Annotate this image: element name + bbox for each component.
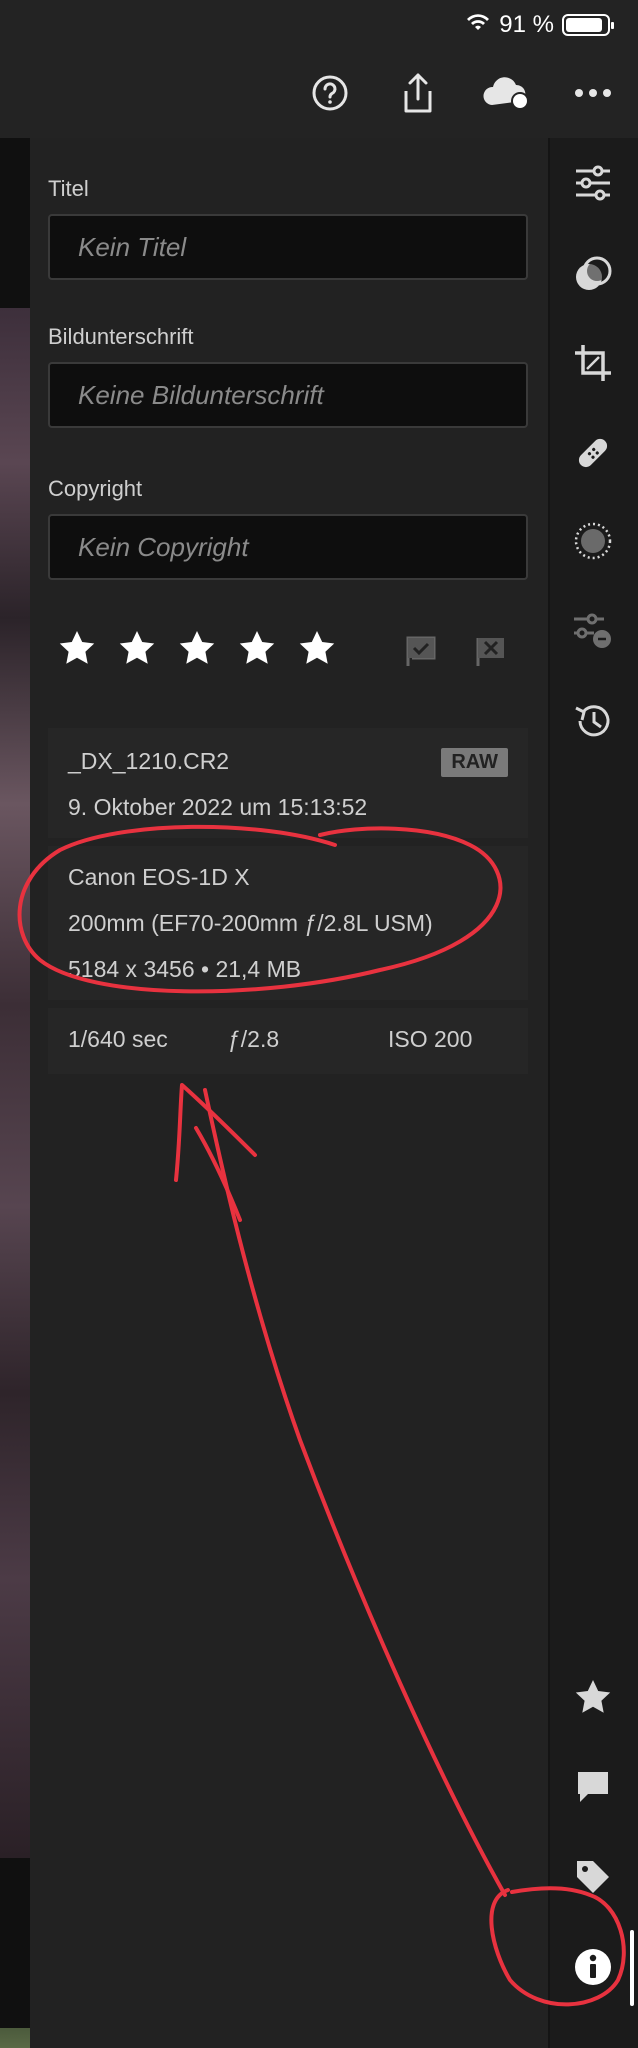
rating-star-3[interactable] xyxy=(176,628,218,668)
healing-icon[interactable] xyxy=(570,430,616,476)
status-bar: 91 % xyxy=(465,10,614,40)
wifi-icon xyxy=(465,11,491,39)
file-info-card: _DX_1210.CR2 RAW 9. Oktober 2022 um 15:1… xyxy=(48,728,528,838)
info-icon[interactable] xyxy=(570,1944,616,1990)
title-input[interactable] xyxy=(48,214,528,280)
rating-star-1[interactable] xyxy=(56,628,98,668)
help-icon[interactable] xyxy=(307,70,353,116)
title-label: Titel xyxy=(48,176,89,201)
capture-date: 9. Oktober 2022 um 15:13:52 xyxy=(68,794,368,820)
iso: ISO 200 xyxy=(388,1026,473,1052)
copyright-input[interactable] xyxy=(48,514,528,580)
shutter-speed: 1/640 sec xyxy=(68,1026,168,1052)
rating-star-4[interactable] xyxy=(236,628,278,668)
battery-percentage: 91 % xyxy=(499,11,554,38)
active-tab-indicator xyxy=(630,1930,634,2006)
star-icon[interactable] xyxy=(570,1674,616,1720)
history-icon[interactable] xyxy=(570,698,616,744)
battery-icon xyxy=(562,14,614,36)
copyright-label: Copyright xyxy=(48,476,143,501)
lens-info: 200mm (EF70-200mm ƒ/2.8L USM) xyxy=(68,910,433,936)
tool-sidebar xyxy=(548,138,638,2048)
comment-icon[interactable] xyxy=(570,1764,616,1810)
camera-model: Canon EOS-1D X xyxy=(68,864,250,890)
more-icon[interactable] xyxy=(570,70,616,116)
exposure-info-card: 1/640 sec ƒ/2.8 ISO 200 xyxy=(48,1008,528,1074)
flag-reject-icon[interactable] xyxy=(474,634,508,673)
image-size: 5184 x 3456 • 21,4 MB xyxy=(68,956,302,982)
filmstrip-thumbnail[interactable] xyxy=(0,2028,30,2048)
caption-label: Bildunterschrift xyxy=(48,324,194,349)
caption-input[interactable] xyxy=(48,362,528,428)
top-toolbar: 91 % xyxy=(0,0,638,138)
share-icon[interactable] xyxy=(395,70,441,116)
star-rating[interactable] xyxy=(56,628,338,668)
tag-icon[interactable] xyxy=(570,1854,616,1900)
rating-star-2[interactable] xyxy=(116,628,158,668)
vignette-icon[interactable] xyxy=(570,518,616,564)
aperture: ƒ/2.8 xyxy=(228,1026,280,1052)
masking-icon[interactable] xyxy=(570,252,616,298)
rating-star-5[interactable] xyxy=(296,628,338,668)
flag-pick-icon[interactable] xyxy=(404,634,438,673)
edit-sliders-icon[interactable] xyxy=(570,160,616,206)
presets-icon[interactable] xyxy=(570,608,616,654)
photo-preview[interactable] xyxy=(0,308,30,1858)
filename: _DX_1210.CR2 xyxy=(68,748,230,774)
photo-preview-strip xyxy=(0,138,30,2048)
camera-info-card: Canon EOS-1D X 200mm (EF70-200mm ƒ/2.8L … xyxy=(48,846,528,1000)
cloud-sync-icon[interactable] xyxy=(480,70,536,116)
raw-badge: RAW xyxy=(441,748,508,777)
crop-icon[interactable] xyxy=(570,340,616,386)
